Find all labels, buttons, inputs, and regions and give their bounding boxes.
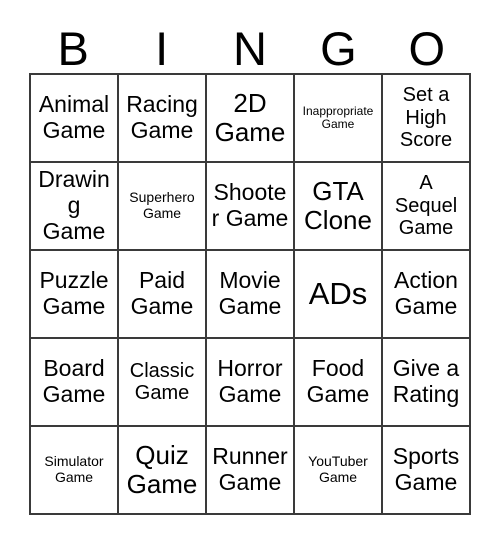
bingo-cell-label: GTA Clone bbox=[304, 175, 372, 235]
bingo-cell-label: Movie Game bbox=[218, 267, 282, 319]
bingo-cell-label: Drawing Game bbox=[38, 166, 110, 244]
bingo-cell-label: YouTuber Game bbox=[308, 453, 368, 485]
bingo-cell-label: Food Game bbox=[306, 355, 370, 407]
bingo-cell[interactable]: Shooter Game bbox=[207, 163, 295, 251]
bingo-cell[interactable]: Action Game bbox=[383, 251, 471, 339]
bingo-cell-label: Runner Game bbox=[212, 443, 288, 495]
bingo-cell-label: ADs bbox=[308, 275, 368, 311]
bingo-cell-label: A Sequel Game bbox=[394, 172, 458, 240]
bingo-cell-label: Horror Game bbox=[217, 355, 283, 407]
bingo-cell[interactable]: Board Game bbox=[31, 339, 119, 427]
bingo-grid: Animal Game Racing Game 2D Game Inapprop… bbox=[29, 73, 471, 515]
bingo-cell[interactable]: Quiz Game bbox=[119, 427, 207, 515]
bingo-cell-label: Shooter Game bbox=[211, 179, 289, 231]
bingo-cell-label: Board Game bbox=[42, 355, 106, 407]
bingo-cell[interactable]: Racing Game bbox=[119, 75, 207, 163]
bingo-cell[interactable]: A Sequel Game bbox=[383, 163, 471, 251]
bingo-cell[interactable]: Set a High Score bbox=[383, 75, 471, 163]
bingo-cell-label: Set a High Score bbox=[399, 84, 453, 152]
bingo-cell-label: 2D Game bbox=[214, 87, 286, 147]
bingo-cell-label: Animal Game bbox=[38, 91, 110, 143]
bingo-cell[interactable]: Movie Game bbox=[207, 251, 295, 339]
bingo-cell-label: Action Game bbox=[394, 267, 458, 319]
bingo-cell[interactable]: YouTuber Game bbox=[295, 427, 383, 515]
bingo-cell-label: Give a Rating bbox=[392, 355, 460, 407]
bingo-header-letter-i: I bbox=[155, 22, 169, 75]
bingo-cell[interactable]: GTA Clone bbox=[295, 163, 383, 251]
bingo-cell[interactable]: Animal Game bbox=[31, 75, 119, 163]
bingo-cell[interactable]: Puzzle Game bbox=[31, 251, 119, 339]
bingo-header-letter-o: O bbox=[408, 22, 446, 75]
bingo-cell[interactable]: ADs bbox=[295, 251, 383, 339]
bingo-header-letter-g: G bbox=[320, 22, 357, 75]
bingo-cell[interactable]: 2D Game bbox=[207, 75, 295, 163]
bingo-cell[interactable]: Sports Game bbox=[383, 427, 471, 515]
bingo-cell-label: Quiz Game bbox=[126, 439, 198, 499]
bingo-cell[interactable]: Superhero Game bbox=[119, 163, 207, 251]
bingo-cell-label: Inappropriate Game bbox=[302, 103, 374, 131]
bingo-cell[interactable]: Inappropriate Game bbox=[295, 75, 383, 163]
bingo-cell-label: Superhero Game bbox=[129, 189, 195, 221]
bingo-cell[interactable]: Classic Game bbox=[119, 339, 207, 427]
bingo-cell[interactable]: Paid Game bbox=[119, 251, 207, 339]
bingo-header-letter-n: N bbox=[233, 22, 267, 75]
bingo-cell-label: Paid Game bbox=[130, 267, 194, 319]
bingo-card: B I N G O Animal Game Racing Game 2D Gam… bbox=[0, 0, 500, 544]
bingo-cell[interactable]: Simulator Game bbox=[31, 427, 119, 515]
bingo-cell[interactable]: Runner Game bbox=[207, 427, 295, 515]
bingo-cell-label: Simulator Game bbox=[44, 453, 104, 485]
bingo-cell-label: Classic Game bbox=[129, 359, 195, 404]
bingo-cell-label: Racing Game bbox=[126, 91, 198, 143]
bingo-cell[interactable]: Food Game bbox=[295, 339, 383, 427]
bingo-cell-label: Puzzle Game bbox=[39, 267, 109, 319]
bingo-cell[interactable]: Horror Game bbox=[207, 339, 295, 427]
bingo-header-letter-b: B bbox=[57, 22, 89, 75]
bingo-cell[interactable]: Drawing Game bbox=[31, 163, 119, 251]
bingo-header-row: B I N G O bbox=[29, 18, 471, 73]
bingo-cell-label: Sports Game bbox=[392, 443, 460, 495]
bingo-cell[interactable]: Give a Rating bbox=[383, 339, 471, 427]
